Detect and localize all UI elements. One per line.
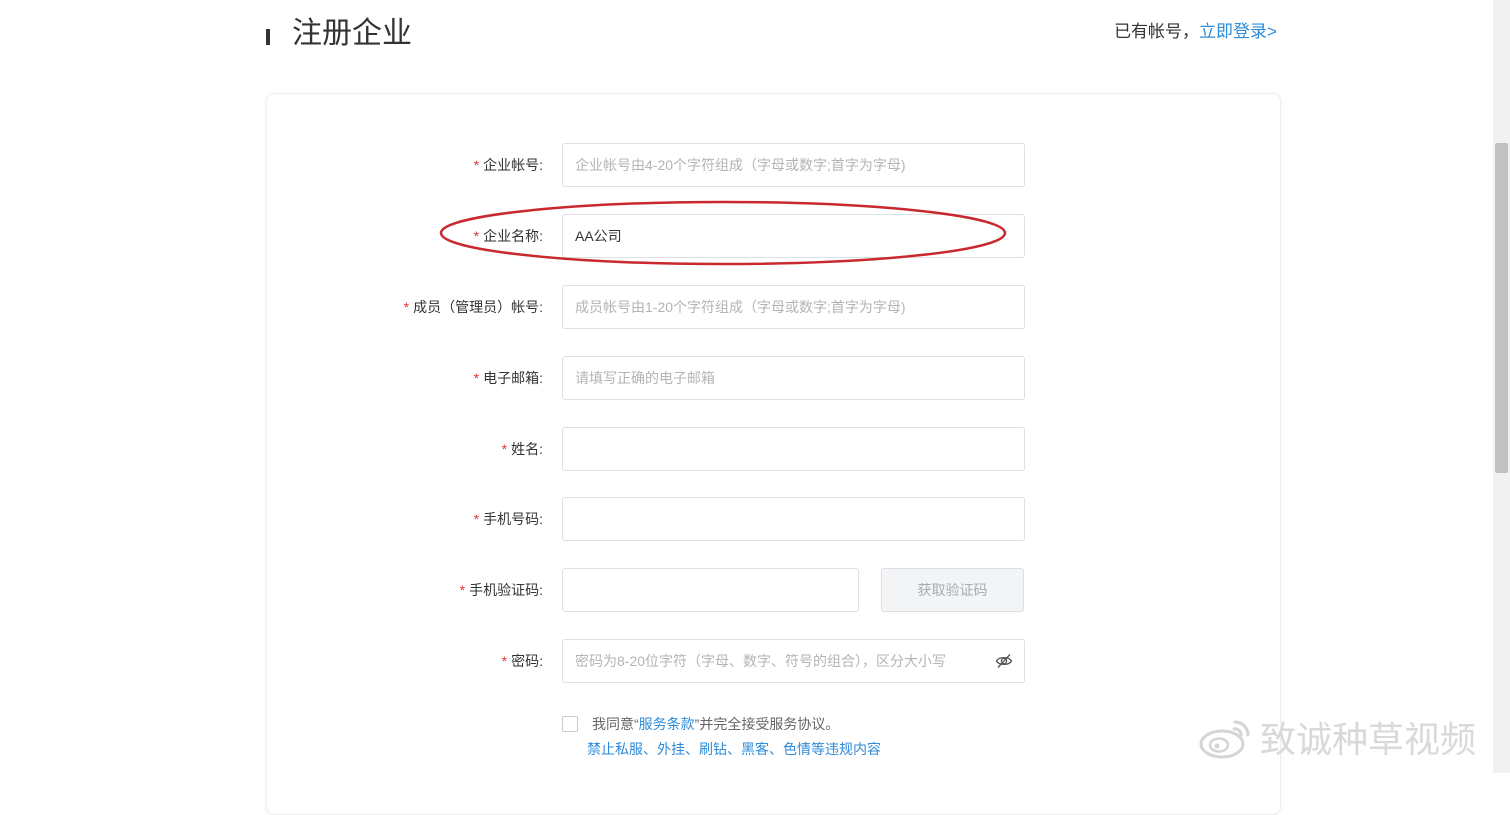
- email-input[interactable]: [562, 356, 1025, 400]
- scrollbar-thumb[interactable]: [1495, 143, 1508, 473]
- agree-checkbox[interactable]: [562, 716, 578, 732]
- phone-input[interactable]: [562, 497, 1025, 541]
- required-mark: *: [473, 370, 480, 386]
- sms-code-input[interactable]: [562, 568, 859, 612]
- company-account-input[interactable]: [562, 143, 1025, 187]
- watermark: 致诚种草视频: [1198, 712, 1476, 762]
- weibo-icon: [1199, 720, 1250, 759]
- field-label: * 姓名:: [501, 441, 543, 457]
- scrollbar-track[interactable]: [1493, 0, 1510, 773]
- form-row-company-account: * 企业帐号:: [267, 143, 1280, 187]
- form-row-email: * 电子邮箱:: [267, 356, 1280, 400]
- required-mark: *: [473, 228, 480, 244]
- field-label: * 企业名称:: [473, 228, 543, 244]
- login-link[interactable]: 立即登录>: [1199, 22, 1277, 41]
- required-mark: *: [473, 157, 480, 173]
- field-label: * 手机验证码:: [459, 582, 543, 598]
- field-label: * 企业帐号:: [473, 157, 543, 173]
- get-code-button[interactable]: 获取验证码: [881, 568, 1024, 612]
- terms-link[interactable]: 服务条款: [639, 716, 695, 732]
- required-mark: *: [501, 653, 508, 669]
- page-title: 注册企业: [292, 17, 412, 50]
- field-label: * 电子邮箱:: [473, 370, 543, 386]
- register-form-card: *企业帐号: *企业名称: *成员（管理员）帐号: *电子邮箱: *姓名: *手…: [266, 93, 1281, 815]
- form-row-sms-code: * 手机验证码: 获取验证码: [267, 568, 1280, 612]
- admin-account-input[interactable]: [562, 285, 1025, 329]
- field-label: * 密码:: [501, 653, 543, 669]
- form-row-password: * 密码:: [267, 639, 1280, 683]
- title-accent-bar: [266, 29, 270, 45]
- field-label: * 成员（管理员）帐号:: [403, 299, 543, 315]
- form-row-admin-account: * 成员（管理员）帐号:: [267, 285, 1280, 329]
- login-prompt: 已有帐号，: [1114, 22, 1200, 41]
- required-mark: *: [459, 582, 466, 598]
- company-name-input[interactable]: [562, 214, 1025, 258]
- field-label: * 手机号码:: [473, 511, 543, 527]
- form-row-company-name: * 企业名称:: [267, 214, 1280, 258]
- rules-link[interactable]: 禁止私服、外挂、刷钻、黑客、色情等违规内容: [587, 738, 881, 760]
- password-input[interactable]: [562, 639, 1025, 683]
- agreement-text: 我同意“服务条款”并完全接受服务协议。: [592, 716, 840, 732]
- form-row-name: * 姓名:: [267, 427, 1280, 471]
- name-input[interactable]: [562, 427, 1025, 471]
- watermark-text: 致诚种草视频: [1260, 719, 1477, 760]
- eye-off-icon[interactable]: [995, 652, 1013, 670]
- required-mark: *: [501, 441, 508, 457]
- login-hint: 已有帐号，立即登录>: [1114, 20, 1277, 44]
- required-mark: *: [403, 299, 410, 315]
- required-mark: *: [473, 511, 480, 527]
- form-row-phone: * 手机号码:: [267, 497, 1280, 541]
